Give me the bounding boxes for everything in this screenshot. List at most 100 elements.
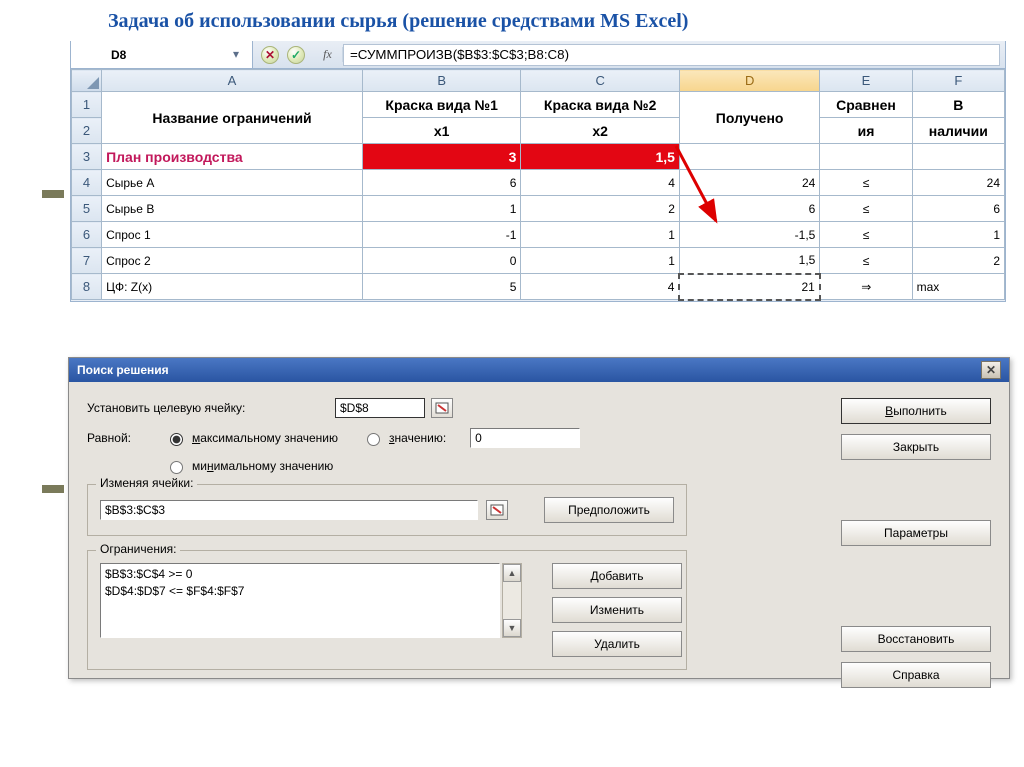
cell[interactable]: -1 <box>362 222 521 248</box>
radio-value[interactable]: значению: <box>362 430 446 446</box>
cell[interactable]: 6 <box>912 196 1004 222</box>
cell[interactable]: наличии <box>912 118 1004 144</box>
chevron-down-icon[interactable]: ▾ <box>233 47 248 62</box>
radio-min[interactable]: минимальному значению <box>165 458 333 474</box>
name-box[interactable] <box>109 47 179 63</box>
cell[interactable]: 1,5 <box>521 144 680 170</box>
table-row[interactable]: 8 ЦФ: Z(x) 5 4 21 ⇒ max <box>72 274 1005 300</box>
cell[interactable]: 6 <box>362 170 521 196</box>
close-button[interactable]: Закрыть <box>841 434 991 460</box>
cell[interactable]: ия <box>820 118 912 144</box>
cell[interactable]: 6 <box>679 196 819 222</box>
cell[interactable]: ≤ <box>820 248 912 274</box>
cell[interactable]: Получено <box>679 92 819 144</box>
change-button[interactable]: Изменить <box>552 597 682 623</box>
cell[interactable]: 1 <box>521 248 680 274</box>
refedit-icon[interactable] <box>431 398 453 418</box>
cell[interactable]: 0 <box>362 248 521 274</box>
target-cell-input[interactable] <box>335 398 425 418</box>
col-header-f[interactable]: F <box>912 70 1004 92</box>
guess-button[interactable]: Предположить <box>544 497 674 523</box>
cell[interactable]: ≤ <box>820 196 912 222</box>
cell[interactable]: 1 <box>362 196 521 222</box>
table-row[interactable]: 4 Сырье А 6 4 24 ≤ 24 <box>72 170 1005 196</box>
constraint-item[interactable]: $D$4:$D$7 <= $F$4:$F$7 <box>105 583 495 600</box>
scrollbar[interactable]: ▲ ▼ <box>502 563 522 638</box>
fx-icon[interactable]: fx <box>313 47 343 62</box>
run-button[interactable]: Выполнить <box>841 398 991 424</box>
col-header-c[interactable]: C <box>521 70 680 92</box>
add-button[interactable]: Добавить <box>552 563 682 589</box>
cell[interactable]: -1,5 <box>679 222 819 248</box>
cell[interactable]: 3 <box>362 144 521 170</box>
cell[interactable]: 2 <box>521 196 680 222</box>
cell[interactable]: 4 <box>521 274 680 300</box>
cell[interactable]: Сравнен <box>820 92 912 118</box>
cancel-icon[interactable]: ✕ <box>261 46 279 64</box>
cell[interactable]: x2 <box>521 118 680 144</box>
cell[interactable]: 2 <box>912 248 1004 274</box>
row-header-7[interactable]: 7 <box>72 248 102 274</box>
delete-button[interactable]: Удалить <box>552 631 682 657</box>
cell[interactable]: ≤ <box>820 222 912 248</box>
row-header-4[interactable]: 4 <box>72 170 102 196</box>
cell[interactable]: Краска вида №1 <box>362 92 521 118</box>
dialog-titlebar[interactable]: Поиск решения ✕ <box>69 358 1009 382</box>
row-header-3[interactable]: 3 <box>72 144 102 170</box>
radio-max[interactable]: максимальному значению <box>165 430 338 446</box>
cell[interactable]: Сырье В <box>102 196 363 222</box>
cell[interactable]: Название ограничений <box>102 92 363 144</box>
cell[interactable]: max <box>912 274 1004 300</box>
close-icon[interactable]: ✕ <box>981 361 1001 379</box>
col-header-b[interactable]: B <box>362 70 521 92</box>
cell[interactable]: 24 <box>679 170 819 196</box>
refedit-icon[interactable] <box>486 500 508 520</box>
cell[interactable] <box>912 144 1004 170</box>
cell[interactable]: ⇒ <box>820 274 912 300</box>
cell[interactable]: x1 <box>362 118 521 144</box>
cell[interactable]: 1 <box>521 222 680 248</box>
cell[interactable]: 1 <box>912 222 1004 248</box>
spreadsheet-grid[interactable]: A B C D E F 1 Название ограничений Краск… <box>71 69 1005 301</box>
cell[interactable]: 1,5 <box>679 248 819 274</box>
table-row[interactable]: 5 Сырье В 1 2 6 ≤ 6 <box>72 196 1005 222</box>
row-header-1[interactable]: 1 <box>72 92 102 118</box>
cell[interactable] <box>679 144 819 170</box>
cell[interactable]: 24 <box>912 170 1004 196</box>
cell[interactable]: 5 <box>362 274 521 300</box>
name-box-wrap[interactable]: ▾ <box>71 41 253 68</box>
row-header-6[interactable]: 6 <box>72 222 102 248</box>
row-header-2[interactable]: 2 <box>72 118 102 144</box>
cell[interactable] <box>820 144 912 170</box>
row-header-5[interactable]: 5 <box>72 196 102 222</box>
table-row[interactable]: 3 План производства 3 1,5 <box>72 144 1005 170</box>
scroll-up-icon[interactable]: ▲ <box>503 564 521 582</box>
cell[interactable]: Краска вида №2 <box>521 92 680 118</box>
cell[interactable]: ЦФ: Z(x) <box>102 274 363 300</box>
active-cell-d8[interactable]: 21 <box>679 274 819 300</box>
cell[interactable]: В <box>912 92 1004 118</box>
col-header-d[interactable]: D <box>679 70 819 92</box>
cell[interactable]: Спрос 1 <box>102 222 363 248</box>
cell[interactable]: 4 <box>521 170 680 196</box>
cell[interactable]: ≤ <box>820 170 912 196</box>
constraints-list[interactable]: $B$3:$C$4 >= 0 $D$4:$D$7 <= $F$4:$F$7 <box>100 563 500 638</box>
constraint-item[interactable]: $B$3:$C$4 >= 0 <box>105 566 495 583</box>
value-input[interactable] <box>470 428 580 448</box>
help-button[interactable]: Справка <box>841 662 991 688</box>
changing-cells-input[interactable] <box>100 500 478 520</box>
reset-button[interactable]: Восстановить <box>841 626 991 652</box>
cell[interactable]: Сырье А <box>102 170 363 196</box>
table-row[interactable]: 7 Спрос 2 0 1 1,5 ≤ 2 <box>72 248 1005 274</box>
table-row[interactable]: 6 Спрос 1 -1 1 -1,5 ≤ 1 <box>72 222 1005 248</box>
accept-icon[interactable]: ✓ <box>287 46 305 64</box>
formula-bar-input[interactable] <box>343 44 1000 66</box>
row-header-8[interactable]: 8 <box>72 274 102 300</box>
scroll-down-icon[interactable]: ▼ <box>503 619 521 637</box>
cell[interactable]: Спрос 2 <box>102 248 363 274</box>
select-all-corner[interactable] <box>72 70 102 92</box>
cell[interactable]: План производства <box>102 144 363 170</box>
col-header-a[interactable]: A <box>102 70 363 92</box>
col-header-e[interactable]: E <box>820 70 912 92</box>
options-button[interactable]: Параметры <box>841 520 991 546</box>
